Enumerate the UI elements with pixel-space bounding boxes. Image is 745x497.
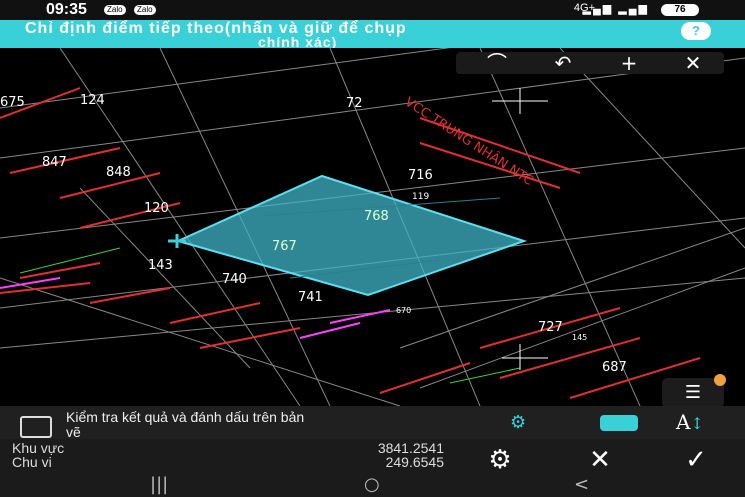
system-nav-bar: ||| ○ < bbox=[0, 474, 745, 497]
notification-dot bbox=[714, 374, 726, 386]
zalo-notification-icon: Zalo bbox=[134, 5, 156, 15]
battery-indicator: 76 bbox=[661, 4, 699, 16]
area-row: Khu vực 3841.2541 bbox=[12, 440, 444, 456]
parcel-label: 727 bbox=[538, 320, 563, 335]
perimeter-row: Chu vi 249.6545 bbox=[12, 454, 444, 470]
parcel-label: 848 bbox=[106, 165, 131, 180]
snap-settings-icon[interactable]: ⚙ bbox=[510, 412, 526, 433]
parcel-label-selected: 768 bbox=[364, 209, 389, 224]
parcel-label: 741 bbox=[298, 290, 323, 305]
list-icon: ☰ bbox=[684, 382, 702, 403]
text-size-button[interactable]: A↕ bbox=[676, 410, 704, 434]
parcel-label: 740 bbox=[222, 272, 247, 287]
parcel-label: 687 bbox=[602, 360, 627, 375]
parcel-label: 670 bbox=[396, 306, 411, 315]
parcel-label: 119 bbox=[412, 192, 429, 202]
perimeter-label: Chu vi bbox=[12, 454, 52, 470]
measurement-readout: Khu vực 3841.2541 Chu vi 249.6545 bbox=[0, 440, 460, 470]
parcel-label: 716 bbox=[408, 168, 433, 183]
check-result-text-continued: vẽ bbox=[66, 424, 81, 440]
cad-map-canvas[interactable]: 675 124 72 847 848 716 119 120 768 767 1… bbox=[0, 48, 745, 406]
layer-list-button[interactable]: ☰ bbox=[662, 374, 726, 408]
drawing-toolbar: ⌒ ↶ + ✕ bbox=[456, 52, 724, 74]
check-result-checkbox[interactable] bbox=[20, 416, 52, 438]
parcel-label: 143 bbox=[148, 258, 173, 273]
signal-icon: ▂▄▆ ▂▄▆ bbox=[582, 3, 649, 15]
status-bar: 09:35 Zalo Zalo 4G+ ▂▄▆ ▂▄▆ 76 bbox=[0, 0, 745, 20]
parcel-label: 145 bbox=[572, 333, 587, 342]
mark-toggle[interactable] bbox=[600, 415, 638, 431]
parcel-label-selected: 767 bbox=[272, 239, 297, 254]
bottom-panel: Kiểm tra kết quả và đánh dấu trên bản vẽ… bbox=[0, 406, 745, 497]
help-button[interactable]: ? bbox=[681, 22, 711, 40]
parcel-label: 847 bbox=[42, 155, 67, 170]
perimeter-value: 249.6545 bbox=[385, 454, 444, 470]
check-result-label: Kiểm tra kết quả và đánh dấu trên bản vẽ bbox=[66, 410, 476, 440]
check-result-row: Kiểm tra kết quả và đánh dấu trên bản vẽ… bbox=[0, 406, 745, 440]
instruction-banner: Chỉ định điểm tiếp theo(nhấn và giữ để c… bbox=[0, 20, 745, 50]
parcel-label: 675 bbox=[0, 95, 25, 110]
check-result-text: Kiểm tra kết quả và đánh dấu trên bản bbox=[66, 409, 305, 425]
close-icon[interactable]: ✕ bbox=[668, 52, 718, 74]
home-button[interactable]: ○ bbox=[364, 474, 380, 495]
parcel-label: 120 bbox=[144, 201, 169, 216]
undo-icon[interactable]: ↶ bbox=[538, 52, 588, 74]
back-button[interactable]: < bbox=[574, 474, 589, 495]
plus-icon[interactable]: + bbox=[604, 52, 654, 74]
clock: 09:35 bbox=[46, 1, 87, 18]
sort-icon: ↕ bbox=[690, 414, 704, 433]
parcel-label: 124 bbox=[80, 93, 105, 108]
text-size-label: A bbox=[676, 410, 691, 434]
zalo-notification-icon: Zalo bbox=[104, 5, 126, 15]
recent-apps-button[interactable]: ||| bbox=[150, 474, 168, 495]
parcel-label: 72 bbox=[346, 96, 363, 111]
instruction-text: Chỉ định điểm tiếp theo(nhấn và giữ để c… bbox=[25, 20, 407, 37]
arc-icon[interactable]: ⌒ bbox=[472, 52, 522, 74]
